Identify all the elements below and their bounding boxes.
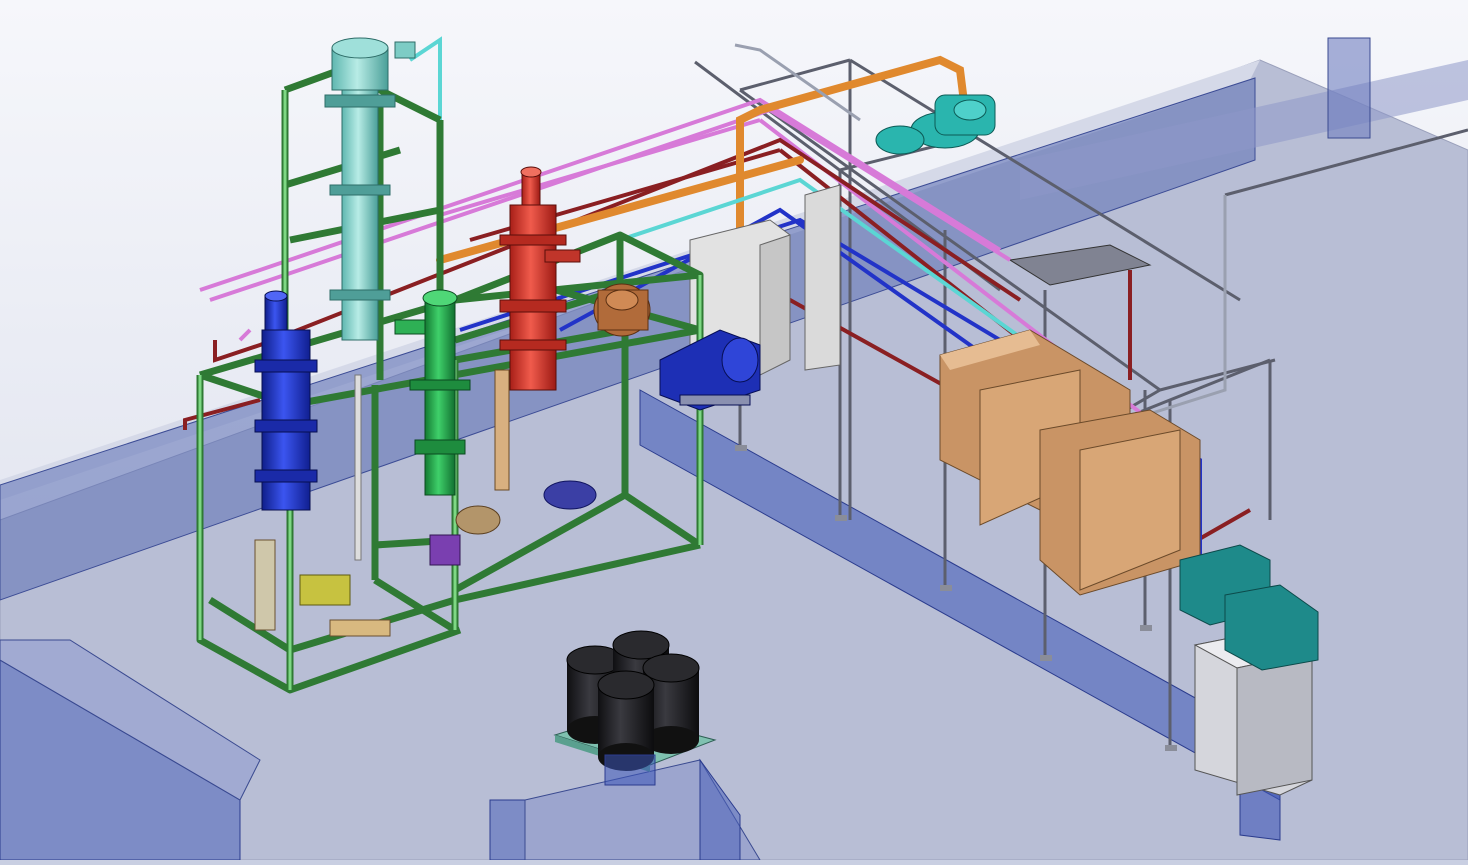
plant-model-drawing (0, 0, 1468, 861)
wall-post (1327, 37, 1371, 139)
reboiler (593, 283, 651, 337)
trench-left (489, 799, 526, 861)
drum-pit (604, 754, 656, 786)
cad-viewport[interactable] (0, 0, 1468, 861)
